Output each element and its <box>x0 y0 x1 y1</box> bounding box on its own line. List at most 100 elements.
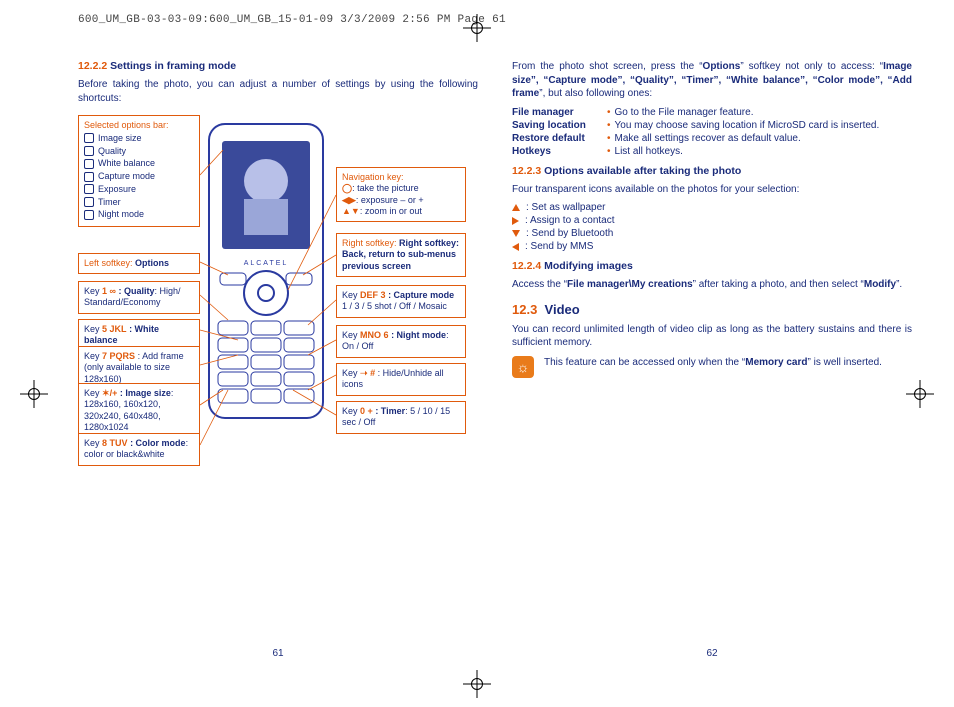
key-pre: Key <box>342 290 358 300</box>
page-number: 61 <box>272 648 283 662</box>
print-header: 600_UM_GB-03-03-09:600_UM_GB_15-01-09 3/… <box>78 14 506 26</box>
nav-item: : zoom in or out <box>360 206 422 216</box>
option-item: White balance <box>98 158 155 169</box>
icon-label: : Set as wallpaper <box>526 202 606 213</box>
section-number: 12.3 <box>512 302 537 317</box>
lightbulb-icon: ☼ <box>512 356 534 378</box>
def-body: List all hotkeys. <box>615 146 683 157</box>
exposure-icon <box>84 184 94 194</box>
t: ”, but also following ones: <box>539 88 652 99</box>
triangle-down-icon <box>512 230 520 237</box>
options-intro: From the photo shot screen, press the “O… <box>512 60 912 101</box>
key-pre: Key <box>342 368 358 378</box>
def-saving-location: Saving location • You may choose saving l… <box>512 120 912 131</box>
t: Access the “ <box>512 279 567 290</box>
triangle-left-icon <box>512 243 519 251</box>
memory-card-note: ☼ This feature can be accessed only when… <box>512 356 912 378</box>
nav-center-icon: ◯ <box>342 183 352 193</box>
keyhash-box: Key ➝ # : Hide/Unhide all icons <box>336 363 466 396</box>
key0-box: Key 0 + : Timer: 5 / 10 / 15 sec / Off <box>336 401 466 434</box>
key-label: : Image size <box>120 388 171 398</box>
sec3-intro: Four transparent icons available on the … <box>512 183 912 197</box>
section-title: Modifying images <box>544 260 633 272</box>
option-item: Image size <box>98 133 142 144</box>
t: Modify <box>864 279 896 290</box>
crop-mark-top <box>463 14 491 42</box>
t: ” softkey not only to access: “ <box>740 61 883 72</box>
nav-lr-icon: ◀▶ <box>342 195 356 205</box>
option-item: Capture mode <box>98 171 155 182</box>
crop-mark-left <box>20 380 48 408</box>
phone-brand-text: ALCATEL <box>244 260 289 267</box>
key6-box: Key MNO 6 : Night mode: On / Off <box>336 325 466 358</box>
note-text: This feature can be accessed only when t… <box>544 356 882 370</box>
after-photo-icons: : Set as wallpaper : Assign to a contact… <box>512 202 912 252</box>
quality-icon <box>84 146 94 156</box>
key-glyph: 8 TUV <box>102 438 128 448</box>
box-title: Right softkey: <box>342 238 399 248</box>
page-number: 62 <box>706 648 717 662</box>
key-pre: Key <box>84 286 100 296</box>
triangle-up-icon <box>512 204 520 211</box>
box-title: Selected options bar: <box>84 120 194 131</box>
key-pre: Key <box>342 406 358 416</box>
section-title: Settings in framing mode <box>110 60 236 72</box>
def-body: Go to the File manager feature. <box>615 107 754 118</box>
def-hotkeys: Hotkeys • List all hotkeys. <box>512 146 912 157</box>
capture-mode-icon <box>84 172 94 182</box>
key8-box: Key 8 TUV : Color mode: color or black&w… <box>78 433 200 466</box>
heading-12-3: 12.3 Video <box>512 302 912 317</box>
key-label: : Capture mode <box>388 290 454 300</box>
key-pre: Key <box>84 351 100 361</box>
bullet-icon: • <box>607 107 611 118</box>
key3-box: Key DEF 3 : Capture mode 1 / 3 / 5 shot … <box>336 285 466 318</box>
section-title: Options available after taking the photo <box>544 165 741 177</box>
t: ” is well inserted. <box>807 357 881 368</box>
key-glyph: ✶/+ <box>102 388 117 398</box>
options-bar-box: Selected options bar: Image size Quality… <box>78 115 200 227</box>
page-61: 12.2.2 Settings in framing mode Before t… <box>78 60 478 660</box>
key-glyph: 7 PQRS <box>102 351 135 361</box>
image-size-icon <box>84 133 94 143</box>
key-label: : Night mode <box>391 330 446 340</box>
key-glyph: 1 ∞ <box>102 286 116 296</box>
def-body: You may choose saving location if MicroS… <box>615 120 880 131</box>
right-softkey-box: Right softkey: Right softkey: Back, retu… <box>336 233 466 277</box>
bullet-icon: • <box>607 120 611 131</box>
t: This feature can be accessed only when t… <box>544 357 745 368</box>
key-label: : Quality <box>118 286 154 296</box>
heading-12-2-4: 12.2.4 Modifying images <box>512 260 912 272</box>
definition-list: File manager • Go to the File manager fea… <box>512 107 912 157</box>
left-softkey-box: Left softkey: Options <box>78 253 200 274</box>
triangle-right-icon <box>512 217 519 225</box>
t: File manager\My creations <box>567 279 693 290</box>
sec4-body: Access the “File manager\My creations” a… <box>512 278 912 292</box>
option-item: Exposure <box>98 184 136 195</box>
t: From the photo shot screen, press the “ <box>512 61 703 72</box>
heading-12-2-3: 12.2.3 Options available after taking th… <box>512 165 912 177</box>
box-title: Left softkey: <box>84 258 133 268</box>
option-item: Timer <box>98 197 121 208</box>
bullet-icon: • <box>607 146 611 157</box>
def-restore-default: Restore default •Make all settings recov… <box>512 133 912 144</box>
intro-text: Before taking the photo, you can adjust … <box>78 78 478 105</box>
def-term: Saving location <box>512 120 607 131</box>
timer-icon <box>84 197 94 207</box>
nav-item: : take the picture <box>352 183 419 193</box>
t: Memory card <box>745 357 807 368</box>
key-pre: Key <box>84 324 100 334</box>
t: ”. <box>896 279 902 290</box>
key-label: : Color mode <box>130 438 186 448</box>
t: ” after taking a photo, and then select … <box>693 279 864 290</box>
heading-12-2-2: 12.2.2 Settings in framing mode <box>78 60 478 72</box>
section-title: Video <box>545 302 580 317</box>
key-label: : Timer <box>375 406 405 416</box>
def-file-manager: File manager • Go to the File manager fea… <box>512 107 912 118</box>
icon-label: : Assign to a contact <box>525 215 615 226</box>
section-number: 12.2.3 <box>512 165 541 177</box>
option-item: Night mode <box>98 209 144 220</box>
box-title: Navigation key: <box>342 172 460 183</box>
key-glyph: 0 + <box>360 406 373 416</box>
def-term: Hotkeys <box>512 146 607 157</box>
def-term: File manager <box>512 107 607 118</box>
